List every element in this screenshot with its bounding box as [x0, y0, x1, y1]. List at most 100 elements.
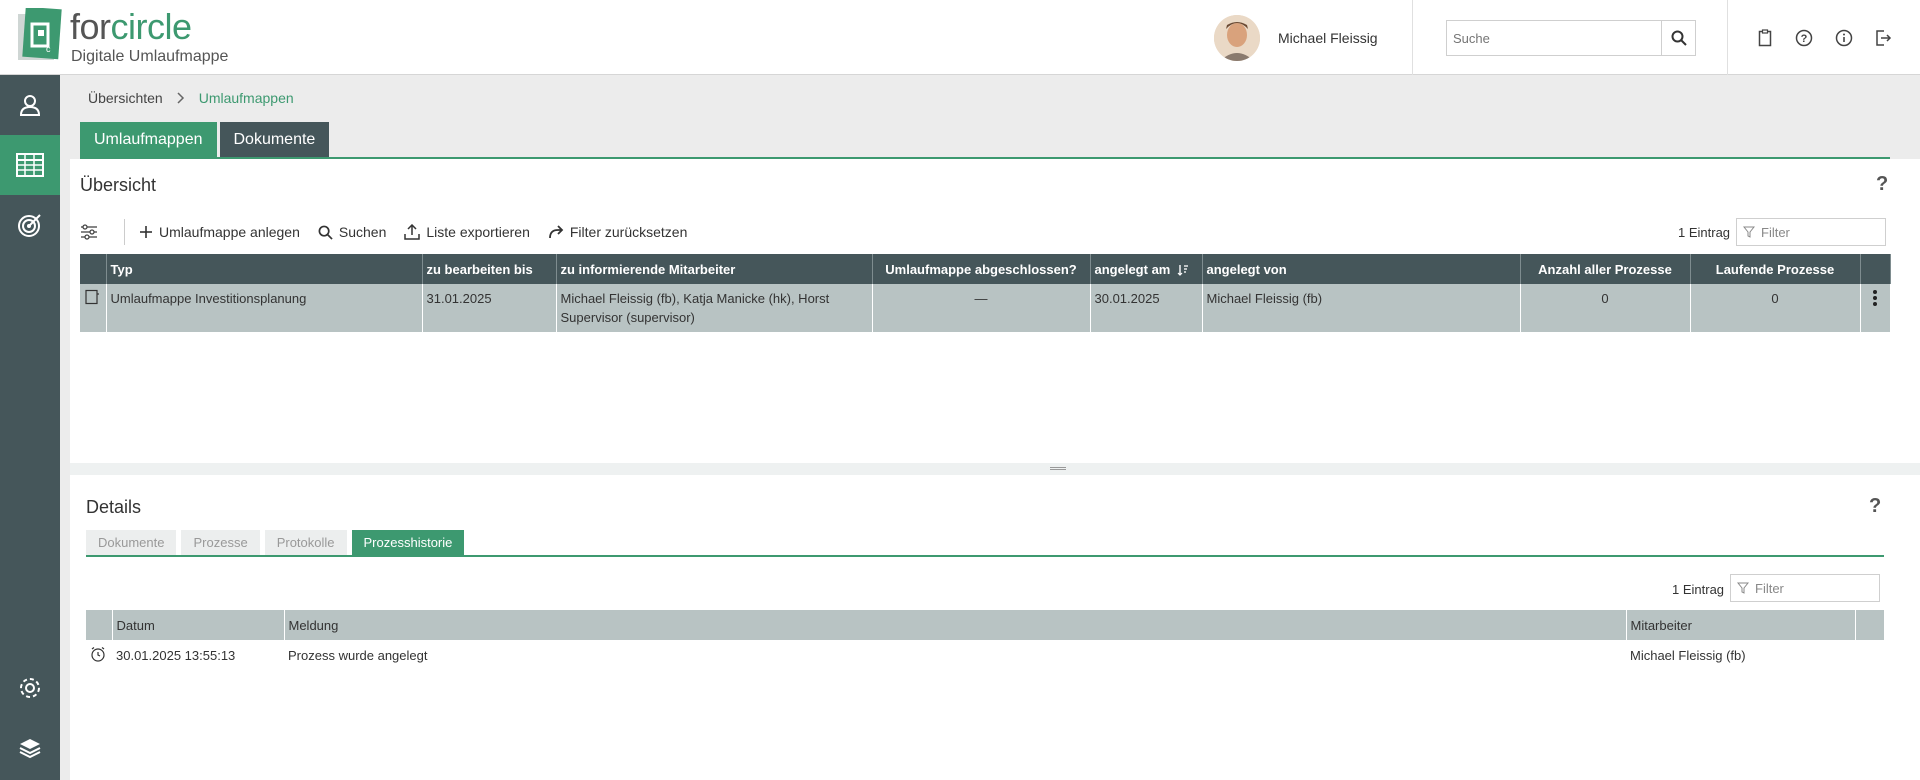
- table-header-row: Datum Meldung Mitarbeiter: [86, 610, 1885, 640]
- detail-tab-prozesshistorie[interactable]: Prozesshistorie: [351, 530, 465, 556]
- chevron-right-icon: [177, 92, 184, 104]
- search-input[interactable]: [1447, 21, 1657, 55]
- svg-text:c: c: [46, 44, 51, 54]
- search-list-button[interactable]: Suchen: [318, 224, 386, 240]
- brand-name: forcircle: [70, 6, 192, 47]
- overview-entry-count: 1 Eintrag: [1678, 225, 1731, 240]
- column-header-meldung[interactable]: Meldung: [284, 610, 1627, 640]
- folder-icon: [85, 289, 99, 305]
- global-search: [1446, 20, 1696, 56]
- sliders-icon: [81, 224, 97, 240]
- tab-umlaufmappen[interactable]: Umlaufmappen: [80, 122, 217, 158]
- column-header-laufend[interactable]: Laufende Prozesse: [1690, 254, 1861, 284]
- detail-tab-dokumente[interactable]: Dokumente: [86, 530, 177, 556]
- reset-filter-button[interactable]: Filter zurücksetzen: [548, 224, 687, 240]
- angelegt-am-label: angelegt am: [1094, 261, 1171, 277]
- cell-laufend: 0: [1690, 284, 1861, 332]
- column-header-datum[interactable]: Datum: [112, 610, 285, 640]
- toolbar-divider: [124, 219, 125, 245]
- sidebar-item-user[interactable]: [0, 75, 60, 135]
- tab-dokumente[interactable]: Dokumente: [219, 122, 330, 158]
- export-list-button[interactable]: Liste exportieren: [404, 224, 530, 240]
- column-header-mitarbeiter[interactable]: zu informierende Mitarbeiter: [556, 254, 873, 284]
- more-vertical-icon: [1873, 290, 1877, 306]
- sidebar-item-targets[interactable]: [0, 195, 60, 255]
- header-icon-cell: [86, 610, 113, 640]
- cell-bis: 31.01.2025: [422, 284, 557, 332]
- column-header-mitarbeiter[interactable]: Mitarbeiter: [1626, 610, 1856, 640]
- create-umlaufmappe-button[interactable]: Umlaufmappe anlegen: [139, 224, 300, 240]
- help-button[interactable]: ?: [1794, 28, 1814, 48]
- info-circle-icon: [1835, 29, 1853, 47]
- redo-icon: [548, 225, 564, 239]
- target-icon: [18, 214, 41, 237]
- gear-icon: [20, 678, 40, 698]
- details-filter[interactable]: Filter: [1730, 574, 1880, 602]
- prozesshistorie-table: Datum Meldung Mitarbeiter 30.01.2025 13:…: [86, 610, 1885, 670]
- sidebar: [0, 75, 60, 780]
- overview-toolbar: Umlaufmappe anlegen Suchen Liste exporti…: [80, 219, 705, 245]
- table-header-row: Typ zu bearbeiten bis zu informierende M…: [80, 254, 1891, 284]
- table-row[interactable]: 30.01.2025 13:55:13 Prozess wurde angele…: [86, 640, 1884, 670]
- panel-splitter[interactable]: [70, 463, 1920, 475]
- cell-anzahl: 0: [1520, 284, 1691, 332]
- cell-meldung: Prozess wurde angelegt: [288, 647, 428, 663]
- breadcrumb-root[interactable]: Übersichten: [88, 90, 163, 106]
- clipboard-icon: [1758, 29, 1772, 47]
- column-settings-button[interactable]: [80, 224, 98, 240]
- details-title: Details: [86, 497, 142, 517]
- sort-desc-icon: [1177, 265, 1188, 276]
- detail-tab-prozesse[interactable]: Prozesse: [181, 530, 260, 556]
- cell-angelegt-von: Michael Fleissig (fb): [1202, 284, 1521, 332]
- sidebar-item-layers[interactable]: [0, 718, 60, 778]
- clipboard-button[interactable]: [1755, 28, 1775, 48]
- row-menu-button[interactable]: [1860, 284, 1891, 332]
- column-header-anzahl[interactable]: Anzahl aller Prozesse: [1520, 254, 1691, 284]
- table-icon: [16, 153, 44, 177]
- row-spacer-cell: [1855, 640, 1884, 670]
- cell-angelegt-am: 30.01.2025: [1090, 284, 1203, 332]
- logout-button[interactable]: [1873, 28, 1893, 48]
- overview-filter[interactable]: Filter: [1736, 218, 1886, 246]
- column-header-abgeschlossen[interactable]: Umlaufmappe abgeschlossen?: [872, 254, 1091, 284]
- column-header-angelegt-von[interactable]: angelegt von: [1202, 254, 1521, 284]
- column-header-angelegt-am[interactable]: angelegt am: [1090, 254, 1203, 284]
- column-header-bis[interactable]: zu bearbeiten bis: [422, 254, 557, 284]
- alarm-clock-icon: [91, 646, 105, 662]
- funnel-icon: [1737, 582, 1749, 594]
- svg-text:?: ?: [1801, 33, 1808, 45]
- splitter-handle[interactable]: [1050, 467, 1066, 470]
- reset-label: Filter zurücksetzen: [569, 224, 688, 240]
- sidebar-item-overviews[interactable]: [0, 135, 60, 195]
- search-icon: [1671, 30, 1687, 46]
- filter-placeholder: Filter: [1761, 224, 1790, 240]
- avatar-image: [1214, 15, 1260, 61]
- forcircle-logo[interactable]: c: [18, 8, 64, 66]
- row-icon-cell: [80, 284, 107, 332]
- row-icon-cell: [86, 640, 112, 670]
- search-label: Suchen: [338, 224, 387, 240]
- search-button[interactable]: [1661, 21, 1695, 55]
- header-actions-cell: [1860, 254, 1891, 284]
- question-circle-icon: ?: [1795, 29, 1813, 47]
- column-header-typ[interactable]: Typ: [106, 254, 423, 284]
- app-header: c forcircle Digitale Umlaufmappe Michael…: [0, 0, 1920, 75]
- cell-typ: Umlaufmappe Investitionsplanung: [106, 284, 423, 332]
- info-button[interactable]: [1834, 28, 1854, 48]
- header-actions-cell: [1855, 610, 1885, 640]
- cell-datum: 30.01.2025 13:55:13: [116, 647, 236, 663]
- detail-tab-protokolle[interactable]: Protokolle: [264, 530, 347, 556]
- breadcrumb: Übersichten Umlaufmappen: [88, 90, 294, 106]
- header-icon-cell: [80, 254, 107, 284]
- user-name[interactable]: Michael Fleissig: [1278, 30, 1378, 46]
- header-divider: [1727, 0, 1728, 75]
- sidebar-item-settings[interactable]: [0, 658, 60, 718]
- export-label: Liste exportieren: [426, 224, 530, 240]
- cell-mitarbeiter: Michael Fleissig (fb): [1630, 647, 1746, 663]
- details-help-button[interactable]: ?: [1869, 495, 1881, 518]
- breadcrumb-current[interactable]: Umlaufmappen: [199, 90, 294, 106]
- table-row[interactable]: Umlaufmappe Investitionsplanung 31.01.20…: [80, 284, 1891, 332]
- overview-help-button[interactable]: ?: [1876, 173, 1888, 196]
- user-avatar[interactable]: [1214, 15, 1260, 61]
- overview-title: Übersicht: [80, 175, 157, 195]
